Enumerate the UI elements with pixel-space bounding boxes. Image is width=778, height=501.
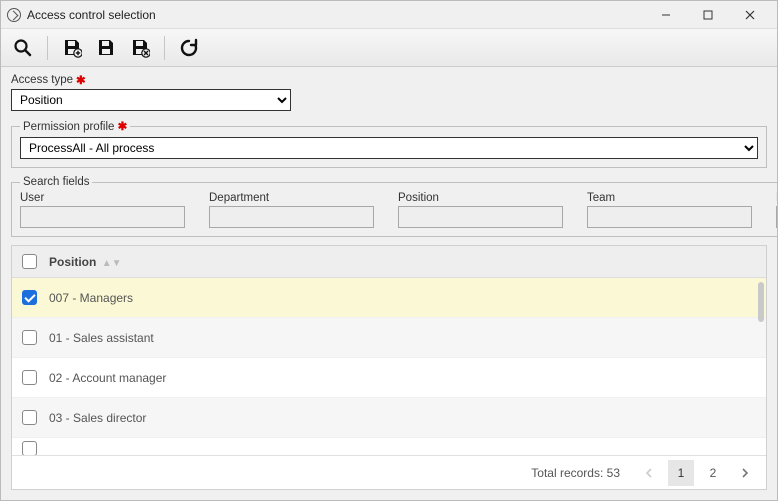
- label-text: Access type: [11, 74, 73, 86]
- save-button[interactable]: [92, 34, 120, 62]
- page-1-button[interactable]: 1: [668, 460, 694, 486]
- search-team-col: Team: [587, 192, 752, 228]
- label-text: Permission profile: [23, 121, 114, 133]
- dialog-body: Access type ✱ Position Permission profil…: [1, 67, 777, 500]
- page-2-button[interactable]: 2: [700, 460, 726, 486]
- row-label: 03 - Sales director: [49, 411, 146, 425]
- scrollbar[interactable]: [758, 282, 764, 451]
- dialog-window: Access control selection: [0, 0, 778, 501]
- department-label: Department: [209, 192, 374, 204]
- table-row[interactable]: 01 - Sales assistant: [12, 318, 766, 358]
- save-delete-button[interactable]: [126, 34, 154, 62]
- toolbar-separator: [47, 36, 48, 60]
- team-label: Team: [587, 192, 752, 204]
- row-checkbox[interactable]: [22, 370, 37, 385]
- table-row[interactable]: [12, 438, 766, 455]
- minimize-button[interactable]: [645, 2, 687, 28]
- refresh-icon: [179, 38, 199, 58]
- grid-header: Position ▲▼: [12, 246, 766, 278]
- chevron-right-icon: [741, 468, 749, 478]
- row-label: 007 - Managers: [49, 291, 133, 305]
- search-user-col: User: [20, 192, 185, 228]
- select-all-checkbox[interactable]: [22, 254, 37, 269]
- row-checkbox[interactable]: [22, 290, 37, 305]
- department-input[interactable]: [209, 206, 374, 228]
- column-header-position[interactable]: Position ▲▼: [49, 255, 121, 269]
- grid-footer: Total records: 53 1 2: [12, 455, 766, 489]
- row-label: 02 - Account manager: [49, 371, 166, 385]
- toolbar: [1, 29, 777, 67]
- access-type-field: Access type ✱ Position: [11, 73, 767, 111]
- search-icon: [13, 38, 33, 58]
- search-fields-legend: Search fields: [20, 176, 92, 188]
- access-type-label: Access type ✱: [11, 73, 767, 87]
- page-prev-button[interactable]: [636, 460, 662, 486]
- total-records-label: Total records:: [531, 466, 603, 480]
- position-input[interactable]: [398, 206, 563, 228]
- maximize-button[interactable]: [687, 2, 729, 28]
- search-department-col: Department: [209, 192, 374, 228]
- toolbar-separator: [164, 36, 165, 60]
- row-label: 01 - Sales assistant: [49, 331, 154, 345]
- save-x-icon: [130, 38, 150, 58]
- search-position-col: Position: [398, 192, 563, 228]
- titlebar: Access control selection: [1, 1, 777, 29]
- permission-profile-legend: Permission profile ✱: [20, 119, 130, 133]
- grid-body: 007 - Managers 01 - Sales assistant 02 -…: [12, 278, 766, 455]
- total-records: Total records: 53: [531, 466, 620, 480]
- results-grid: Position ▲▼ 007 - Managers 01 - Sales as…: [11, 245, 767, 490]
- permission-profile-fieldset: Permission profile ✱ ProcessAll - All pr…: [11, 119, 767, 168]
- save-new-button[interactable]: [58, 34, 86, 62]
- chevron-left-icon: [645, 468, 653, 478]
- row-checkbox[interactable]: [22, 410, 37, 425]
- total-records-value: 53: [607, 466, 620, 480]
- search-functional-role-col: Functional role: [776, 192, 777, 228]
- search-button[interactable]: [9, 34, 37, 62]
- user-label: User: [20, 192, 185, 204]
- window-title: Access control selection: [27, 8, 645, 22]
- app-icon: [7, 8, 21, 22]
- save-plus-icon: [62, 38, 82, 58]
- column-header-label: Position: [49, 255, 96, 269]
- sort-icon: ▲▼: [102, 258, 122, 269]
- scrollbar-thumb[interactable]: [758, 282, 764, 322]
- save-icon: [96, 38, 116, 58]
- position-label: Position: [398, 192, 563, 204]
- functional-role-input[interactable]: [776, 206, 777, 228]
- access-type-select[interactable]: Position: [11, 89, 291, 111]
- search-fields-fieldset: Search fields User Department Position T…: [11, 176, 777, 237]
- table-row[interactable]: 02 - Account manager: [12, 358, 766, 398]
- window-buttons: [645, 2, 771, 28]
- search-fields-row: User Department Position Team Functional…: [20, 192, 777, 228]
- row-checkbox[interactable]: [22, 330, 37, 345]
- close-button[interactable]: [729, 2, 771, 28]
- page-next-button[interactable]: [732, 460, 758, 486]
- refresh-button[interactable]: [175, 34, 203, 62]
- required-icon: ✱: [118, 121, 128, 133]
- table-row[interactable]: 007 - Managers: [12, 278, 766, 318]
- row-checkbox[interactable]: [22, 441, 37, 455]
- required-icon: ✱: [76, 73, 86, 87]
- team-input[interactable]: [587, 206, 752, 228]
- user-input[interactable]: [20, 206, 185, 228]
- table-row[interactable]: 03 - Sales director: [12, 398, 766, 438]
- functional-role-label: Functional role: [776, 192, 777, 204]
- permission-profile-select[interactable]: ProcessAll - All process: [20, 137, 758, 159]
